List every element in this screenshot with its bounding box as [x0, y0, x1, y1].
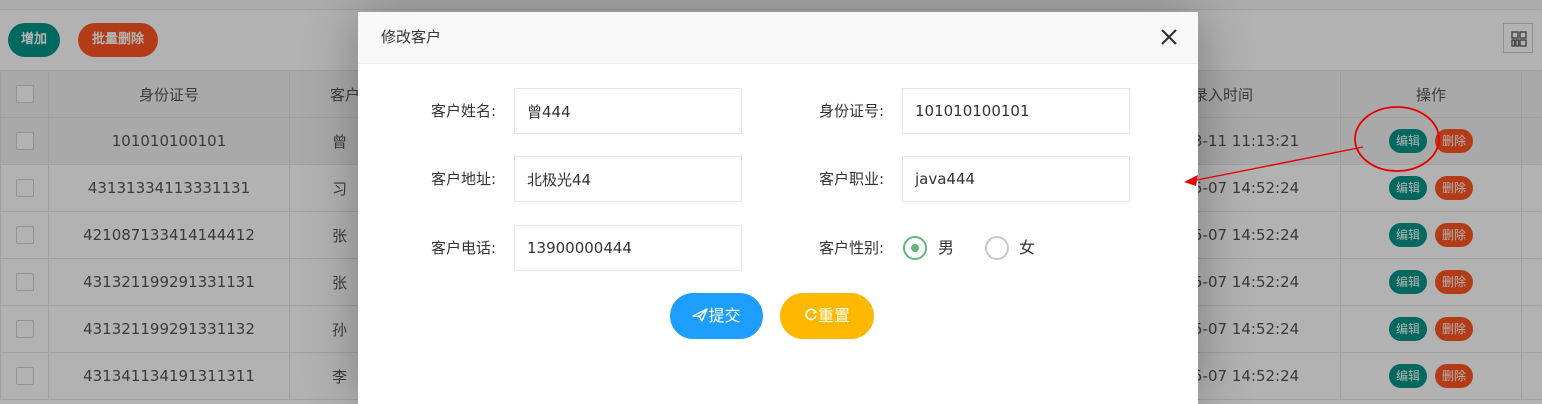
address-label: 客户地址:: [430, 170, 496, 188]
close-button[interactable]: [1158, 26, 1180, 48]
reset-button[interactable]: 重置: [780, 293, 874, 339]
gender-female-label[interactable]: 女: [1019, 225, 1035, 271]
gender-male-radio[interactable]: [903, 236, 927, 260]
job-input[interactable]: [902, 156, 1130, 202]
close-icon: [1161, 29, 1177, 45]
gender-radio-group: 男 女: [902, 225, 1062, 271]
gender-male-label[interactable]: 男: [938, 225, 954, 271]
name-label: 客户姓名:: [430, 102, 496, 120]
form-row-2: 客户地址: 客户职业:: [358, 156, 1198, 202]
submit-button[interactable]: 提交: [670, 293, 763, 339]
refresh-icon: [805, 308, 818, 321]
gender-female-radio[interactable]: [985, 236, 1009, 260]
gender-label: 客户性别:: [818, 239, 884, 257]
job-label: 客户职业:: [818, 170, 884, 188]
phone-label: 客户电话:: [430, 239, 496, 257]
id-card-label: 身份证号:: [818, 102, 884, 120]
submit-label: 提交: [708, 306, 741, 325]
edit-customer-dialog: 修改客户 客户姓名: 身份证号: 客户地址: 客户职业: 客户电话: 客户性别:…: [358, 12, 1198, 404]
reset-label: 重置: [817, 306, 850, 325]
dialog-title: 修改客户: [381, 28, 442, 46]
phone-input[interactable]: [514, 225, 742, 271]
name-input[interactable]: [514, 88, 742, 134]
address-input[interactable]: [514, 156, 742, 202]
form-row-3: 客户电话: 客户性别: 男 女: [358, 225, 1198, 271]
form-row-1: 客户姓名: 身份证号:: [358, 88, 1198, 134]
id-card-input[interactable]: [902, 88, 1130, 134]
send-icon: [692, 308, 709, 322]
dialog-header: 修改客户: [358, 12, 1198, 64]
